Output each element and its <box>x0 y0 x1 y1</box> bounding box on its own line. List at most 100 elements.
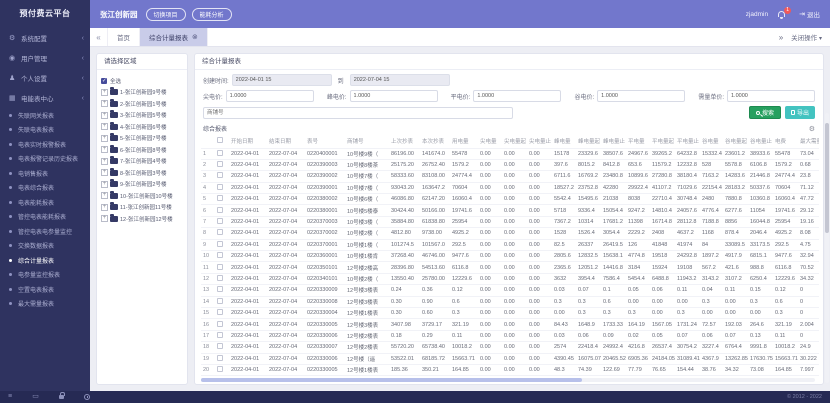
price-input[interactable] <box>727 90 815 102</box>
sidebar-submenu-item[interactable]: 综合计量报表 <box>0 253 90 268</box>
table-settings-gear-icon[interactable]: ⚙ <box>809 125 815 133</box>
tree-item[interactable]: +6-张江创新园8号楼 <box>101 144 183 156</box>
sidebar-submenu-item[interactable]: 失联网关报表 <box>0 108 90 123</box>
tree-item[interactable]: +7-张江创新园4号楼 <box>101 156 183 168</box>
row-checkbox[interactable] <box>217 218 223 224</box>
row-checkbox[interactable] <box>217 309 223 315</box>
sidebar-submenu-item[interactable]: 电销售报表 <box>0 166 90 181</box>
vertical-scrollbar[interactable] <box>825 113 829 383</box>
row-checkbox[interactable] <box>217 264 223 270</box>
sidebar-submenu-item[interactable]: 空置电表报表 <box>0 282 90 297</box>
expand-plus-icon[interactable]: + <box>101 215 108 222</box>
monitor-icon[interactable]: ▭ <box>32 392 39 402</box>
select-all-row[interactable]: 全选 <box>101 75 183 87</box>
price-input[interactable] <box>226 90 314 102</box>
expand-plus-icon[interactable]: + <box>101 89 108 96</box>
row-checkbox[interactable] <box>217 286 223 292</box>
tree-item[interactable]: +3-张江创新园5号楼 <box>101 110 183 122</box>
logout-button[interactable]: ⇥ 退出 <box>799 9 820 19</box>
sidebar-submenu-item[interactable]: 失联电表报表 <box>0 123 90 138</box>
tree-item[interactable]: +2-张江创新园1号楼 <box>101 98 183 110</box>
search-button[interactable]: 搜索 <box>749 106 781 119</box>
row-checkbox[interactable] <box>217 172 223 178</box>
sidebar-item-label: 个人设置 <box>21 73 47 83</box>
close-operations-dropdown[interactable]: 关闭操作 ▾ <box>791 32 822 42</box>
vertical-scrollbar-thumb[interactable] <box>825 123 829 233</box>
expand-plus-icon[interactable]: + <box>101 181 108 188</box>
sidebar-item[interactable]: ◉用户管理‹ <box>0 48 90 68</box>
shop-number-input[interactable] <box>203 107 513 119</box>
row-checkbox[interactable] <box>217 252 223 258</box>
row-checkbox[interactable] <box>217 275 223 281</box>
expand-plus-icon[interactable]: + <box>101 192 108 199</box>
sidebar-submenu-item[interactable]: 电表报警记录历史报表 <box>0 152 90 167</box>
export-button[interactable]: 导出 <box>785 106 815 119</box>
sidebar-submenu-item[interactable]: 电表能耗报表 <box>0 195 90 210</box>
expand-plus-icon[interactable]: + <box>101 158 108 165</box>
sidebar-submenu-item[interactable]: 电参量监控报表 <box>0 268 90 283</box>
to-label: 到 <box>338 76 344 85</box>
row-checkbox[interactable] <box>217 229 223 235</box>
row-checkbox[interactable] <box>217 366 223 372</box>
price-input[interactable] <box>473 90 561 102</box>
lock-icon[interactable] <box>59 395 64 399</box>
row-checkbox-cell <box>215 273 229 284</box>
cell: 23752.8 <box>576 182 601 193</box>
sidebar-item[interactable]: ♟个人设置‹ <box>0 68 90 88</box>
row-checkbox[interactable] <box>217 184 223 190</box>
sidebar-submenu-item[interactable]: 管控电表电参量监控 <box>0 224 90 239</box>
tab-close-icon[interactable]: ⊗ <box>192 33 198 41</box>
tree-item[interactable]: +1-张江创新园9号楼 <box>101 87 183 99</box>
header-select-checkbox[interactable] <box>217 137 223 143</box>
expand-plus-icon[interactable]: + <box>101 146 108 153</box>
row-checkbox[interactable] <box>217 343 223 349</box>
select-all-checkbox[interactable] <box>101 78 107 84</box>
expand-plus-icon[interactable]: + <box>101 100 108 107</box>
tree-item[interactable]: +4-张江创新园6号楼 <box>101 121 183 133</box>
sidebar-item[interactable]: ⚙系统配置‹ <box>0 28 90 48</box>
notifications-button[interactable]: 1 <box>778 11 785 17</box>
date-to-input[interactable] <box>350 74 450 86</box>
row-checkbox[interactable] <box>217 207 223 213</box>
row-checkbox[interactable] <box>217 298 223 304</box>
expand-plus-icon[interactable]: + <box>101 169 108 176</box>
tab-home[interactable]: 首页 <box>108 28 140 46</box>
sidebar-submenu-item[interactable]: 管控电表能耗报表 <box>0 210 90 225</box>
sidebar-submenu-item[interactable]: 电表实时报警报表 <box>0 137 90 152</box>
row-checkbox[interactable] <box>217 195 223 201</box>
horizontal-scrollbar[interactable] <box>201 378 815 382</box>
row-checkbox[interactable] <box>217 321 223 327</box>
date-from-input[interactable] <box>232 74 332 86</box>
expand-plus-icon[interactable]: + <box>101 135 108 142</box>
menu-icon[interactable]: ≡ <box>8 392 12 402</box>
row-checkbox[interactable] <box>217 150 223 156</box>
switch-project-button[interactable]: 切换项目 <box>146 8 186 21</box>
sidebar-item[interactable]: ▦电能表中心‹ <box>0 88 90 108</box>
clock-icon[interactable] <box>84 394 90 400</box>
expand-plus-icon[interactable]: + <box>101 204 108 211</box>
tree-item[interactable]: +12-张江创新园12号楼 <box>101 213 183 225</box>
price-input[interactable] <box>597 90 685 102</box>
energy-analysis-button[interactable]: 能耗分析 <box>192 8 232 21</box>
expand-plus-icon[interactable]: + <box>101 112 108 119</box>
tree-item[interactable]: +8-张江创新园3号楼 <box>101 167 183 179</box>
tree-item[interactable]: +9-张江创新园2号楼 <box>101 179 183 191</box>
tree-item[interactable]: +11-张江创新园11号楼 <box>101 202 183 214</box>
tree-item[interactable]: +5-张江创新园7号楼 <box>101 133 183 145</box>
sidebar-submenu-item[interactable]: 最大需量报表 <box>0 297 90 312</box>
table-row: 62022-04-012022-07-04022038000110号楼5楼泰30… <box>201 205 819 216</box>
row-checkbox[interactable] <box>217 355 223 361</box>
collapse-tabs-button[interactable]: « <box>90 28 108 46</box>
horizontal-scrollbar-thumb[interactable] <box>201 378 582 382</box>
row-checkbox[interactable] <box>217 241 223 247</box>
tree-item[interactable]: +10-张江创新园10号楼 <box>101 190 183 202</box>
sidebar-submenu-item[interactable]: 交换数据报表 <box>0 239 90 254</box>
tab-active[interactable]: 综合计量报表 ⊗ <box>140 28 208 46</box>
price-input[interactable] <box>350 90 438 102</box>
footer-bar: ≡ ▭ © 2012 - 2022 <box>0 391 830 403</box>
row-checkbox[interactable] <box>217 161 223 167</box>
sidebar-submenu-item[interactable]: 电表综合报表 <box>0 181 90 196</box>
row-checkbox[interactable] <box>217 332 223 338</box>
chevrons-right-icon[interactable]: » <box>779 33 783 42</box>
expand-plus-icon[interactable]: + <box>101 123 108 130</box>
